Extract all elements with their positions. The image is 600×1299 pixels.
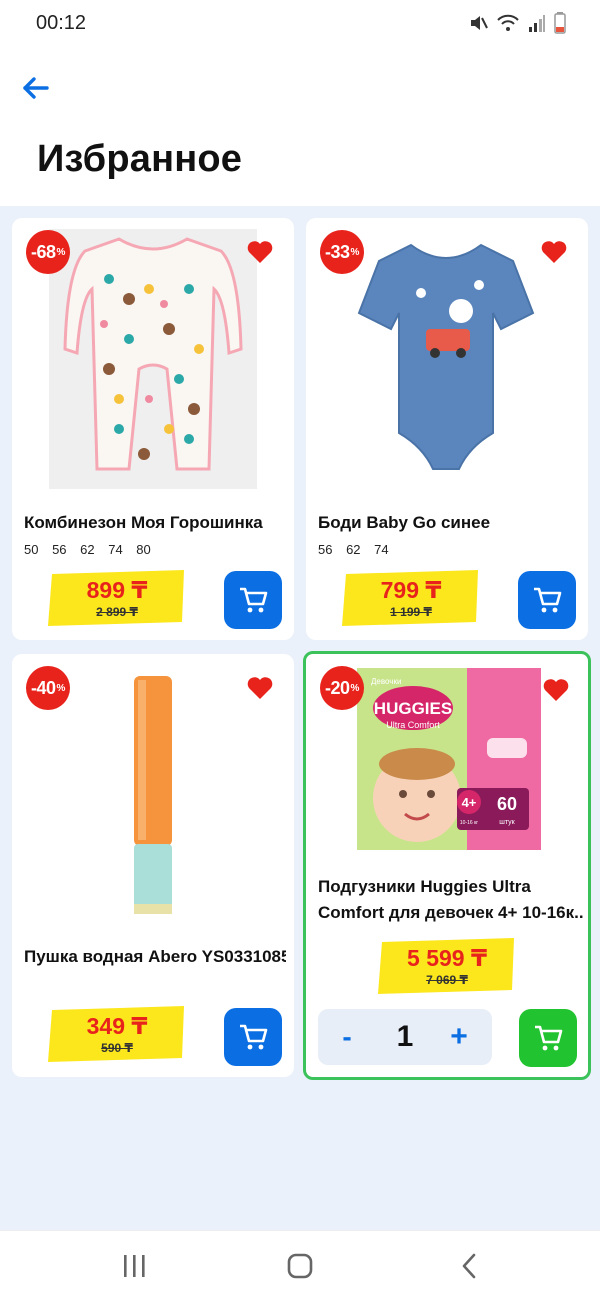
product-name-line1[interactable]: Подгузники Huggies Ultra xyxy=(318,874,584,900)
product-name[interactable]: Боди Baby Go синее xyxy=(318,510,580,536)
add-to-cart-button[interactable] xyxy=(224,571,282,629)
pack-weight: 10-16 кг xyxy=(460,820,478,826)
discount-badge: -20% xyxy=(320,666,364,710)
product-sizes: 56 62 74 xyxy=(318,542,389,557)
system-nav-bar xyxy=(0,1230,600,1299)
product-card[interactable]: -68% Комбинезон Моя Горошинка 50 56 62 7… xyxy=(12,218,294,640)
in-cart-button[interactable] xyxy=(519,1009,577,1067)
product-image[interactable] xyxy=(124,672,184,918)
price-old: 2 899 ₸ xyxy=(96,605,138,619)
price-current: 349 ₸ xyxy=(86,1013,148,1039)
product-image[interactable]: HUGGIES Ultra Comfort Девочки 4+ 60 штук… xyxy=(357,668,541,850)
cart-icon xyxy=(535,1025,563,1051)
product-card[interactable]: -40% Пушка водная Abero YS0331085 349 ₸ … xyxy=(12,654,294,1077)
signal-icon xyxy=(529,15,545,32)
price-tag: 899 ₸ 2 899 ₸ xyxy=(48,570,186,626)
brand-line: Ultra Comfort xyxy=(386,720,440,730)
recent-apps-icon xyxy=(124,1255,145,1277)
heart-icon[interactable] xyxy=(247,240,273,264)
mute-icon xyxy=(471,16,488,30)
product-name-line2[interactable]: Comfort для девочек 4+ 10-16к... xyxy=(318,900,584,926)
heart-icon[interactable] xyxy=(247,676,273,700)
chevron-left-icon xyxy=(462,1253,476,1279)
price-old: 7 069 ₸ xyxy=(426,973,468,987)
cart-icon xyxy=(240,587,268,613)
price-old: 1 199 ₸ xyxy=(390,605,432,619)
price-old: 590 ₸ xyxy=(101,1041,133,1055)
product-image[interactable] xyxy=(49,229,257,489)
home-button[interactable] xyxy=(282,1251,318,1281)
price-current: 799 ₸ xyxy=(380,577,442,603)
product-sizes: 50 56 62 74 80 xyxy=(24,542,151,557)
discount-badge: -68% xyxy=(26,230,70,274)
battery-icon xyxy=(554,12,566,34)
product-name[interactable]: Комбинезон Моя Горошинка xyxy=(24,510,286,536)
status-bar: 00:12 xyxy=(0,0,600,48)
price-current: 5 599 ₸ xyxy=(407,945,487,971)
back-button[interactable] xyxy=(22,74,54,102)
status-icons xyxy=(468,12,566,34)
price-tag: 349 ₸ 590 ₸ xyxy=(48,1006,186,1062)
add-to-cart-button[interactable] xyxy=(518,571,576,629)
heart-icon[interactable] xyxy=(541,240,567,264)
brand-logo: HUGGIES xyxy=(374,699,452,718)
quantity-value: 1 xyxy=(396,1020,414,1053)
product-card[interactable]: -33% Боди Baby Go синее 56 62 74 799 ₸ 1… xyxy=(306,218,588,640)
discount-badge: -40% xyxy=(26,666,70,710)
heart-icon[interactable] xyxy=(543,678,569,702)
app-bar: Избранное xyxy=(0,48,600,206)
pack-unit: штук xyxy=(499,819,515,826)
increase-quantity-button[interactable]: + xyxy=(444,1017,474,1057)
discount-badge: -33% xyxy=(320,230,364,274)
product-name[interactable]: Пушка водная Abero YS0331085 xyxy=(24,944,286,970)
recent-apps-button[interactable] xyxy=(116,1251,152,1281)
pack-count: 60 xyxy=(497,794,517,814)
product-card-selected[interactable]: HUGGIES Ultra Comfort Девочки 4+ 60 штук… xyxy=(303,651,591,1080)
product-image[interactable] xyxy=(351,233,541,483)
quantity-stepper: - 1 + xyxy=(318,1009,492,1065)
price-tag: 799 ₸ 1 199 ₸ xyxy=(342,570,480,626)
status-time: 00:12 xyxy=(36,12,87,34)
price-current: 899 ₸ xyxy=(86,577,148,603)
wifi-icon xyxy=(497,14,519,31)
page-title: Избранное xyxy=(37,138,243,180)
arrow-left-icon xyxy=(23,77,49,99)
pack-size: 4+ xyxy=(462,795,477,810)
home-icon xyxy=(287,1253,313,1279)
decrease-quantity-button[interactable]: - xyxy=(336,1017,358,1057)
cart-icon xyxy=(240,1024,268,1050)
pack-label: Девочки xyxy=(371,677,401,686)
back-nav-button[interactable] xyxy=(452,1251,488,1281)
cart-icon xyxy=(534,587,562,613)
price-tag: 5 599 ₸ 7 069 ₸ xyxy=(378,938,516,994)
add-to-cart-button[interactable] xyxy=(224,1008,282,1066)
